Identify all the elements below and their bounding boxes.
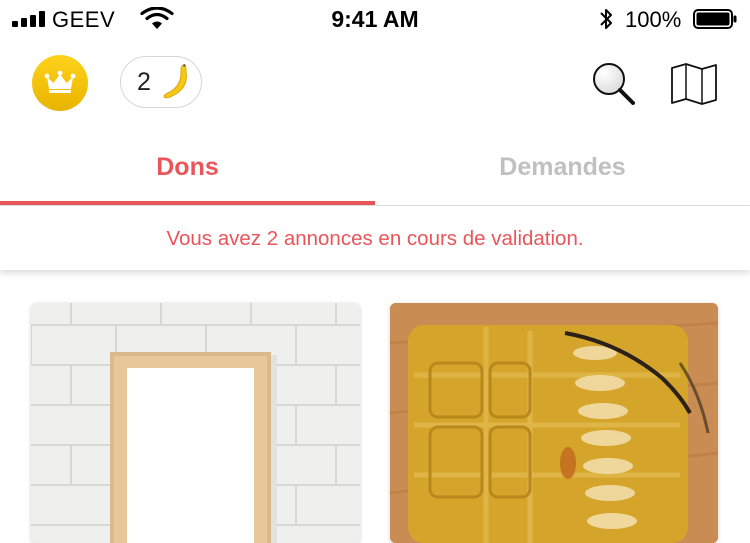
search-icon[interactable] (590, 60, 638, 108)
crown-icon (44, 70, 76, 93)
banana-balance-button[interactable]: 2 (120, 56, 202, 108)
tab-dons[interactable]: Dons (0, 135, 375, 207)
battery-icon (693, 9, 737, 29)
premium-button[interactable] (32, 55, 88, 111)
listing-card[interactable] (390, 303, 718, 543)
listing-card[interactable] (31, 303, 360, 543)
listing-image (31, 303, 360, 543)
map-icon[interactable] (670, 62, 718, 106)
banana-icon (163, 64, 187, 99)
banana-count: 2 (137, 68, 151, 96)
validation-notice: Vous avez 2 annonces en cours de validat… (0, 206, 750, 270)
listing-image (390, 303, 718, 543)
status-bar: GEEV 9:41 AM 100% (0, 0, 750, 40)
tab-demandes[interactable]: Demandes (375, 135, 750, 207)
battery-percent: 100% (625, 7, 682, 32)
tab-bar: Dons Demandes (0, 135, 750, 207)
bluetooth-icon (600, 9, 612, 29)
